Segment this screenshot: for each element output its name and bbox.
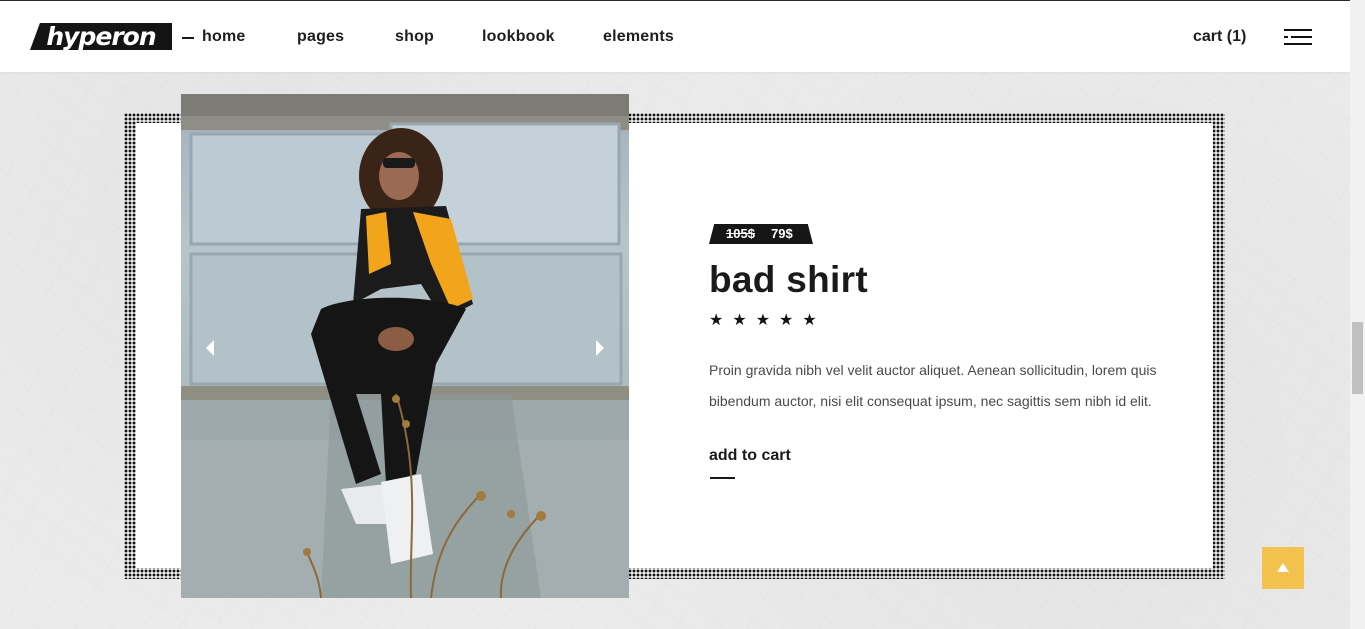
star-icon: ★ xyxy=(732,310,747,329)
cart-link[interactable]: cart (1) xyxy=(1193,28,1246,46)
site-logo[interactable]: hyperon xyxy=(30,23,172,50)
chevron-right-icon[interactable] xyxy=(593,339,607,357)
product-description: Proin gravida nibh vel velit auctor aliq… xyxy=(709,362,1157,409)
star-icon: ★ xyxy=(755,310,771,329)
nav-elements[interactable]: elements xyxy=(603,28,674,46)
back-to-top-button[interactable] xyxy=(1262,547,1304,589)
site-header: hyperon home pages shop lookbook element… xyxy=(0,0,1350,72)
nav-home[interactable]: home xyxy=(202,28,245,46)
add-to-cart-button[interactable]: add to cart xyxy=(709,447,791,465)
price-new: 79$ xyxy=(771,226,793,241)
hamburger-menu-icon[interactable] xyxy=(1284,29,1312,47)
nav-pages[interactable]: pages xyxy=(297,28,344,46)
price-old: 105$ xyxy=(726,226,755,241)
add-to-cart-underline xyxy=(710,477,735,479)
nav-lookbook[interactable]: lookbook xyxy=(482,28,555,46)
arrow-up-icon xyxy=(1277,563,1289,572)
product-image xyxy=(181,94,629,598)
star-icon: ★ xyxy=(709,310,724,329)
star-icon: ★ xyxy=(802,310,817,329)
product-title: bad shirt xyxy=(709,259,868,300)
nav-shop[interactable]: shop xyxy=(395,28,434,46)
chevron-left-icon[interactable] xyxy=(203,339,217,357)
rating-stars: ★ ★ ★ ★ ★ xyxy=(709,310,817,330)
price-tag: 105$ 79$ xyxy=(709,224,813,244)
star-icon: ★ xyxy=(779,310,794,329)
scrollbar-thumb[interactable] xyxy=(1352,322,1363,394)
active-nav-indicator xyxy=(182,37,194,39)
page-scrollbar[interactable] xyxy=(1350,0,1365,629)
